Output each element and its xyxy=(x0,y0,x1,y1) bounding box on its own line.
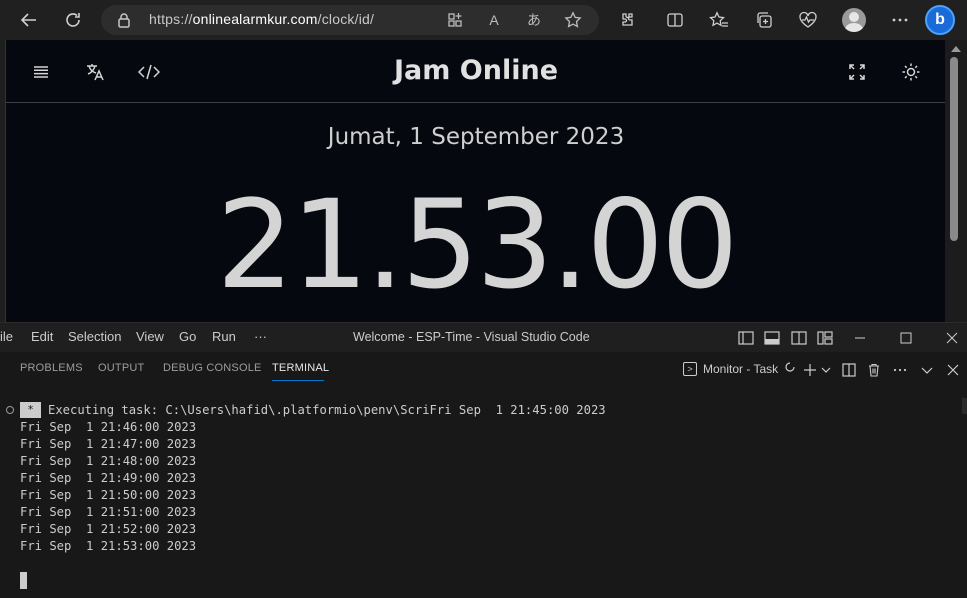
split-terminal-icon[interactable] xyxy=(841,362,857,378)
collections-icon[interactable] xyxy=(752,8,776,32)
terminal-line: Fri Sep 1 21:53:00 2023 xyxy=(20,539,197,553)
tab-problems[interactable]: PROBLEMS xyxy=(20,362,83,374)
scroll-up-arrow-icon[interactable] xyxy=(951,46,961,52)
terminal-line: Fri Sep 1 21:52:00 2023 xyxy=(20,522,197,536)
new-terminal-icon[interactable] xyxy=(802,362,818,378)
toggle-primary-sidebar-icon[interactable] xyxy=(738,330,754,345)
menu-file[interactable]: File xyxy=(0,329,13,344)
terminal-task-icon: > xyxy=(683,361,697,376)
terminal-cursor xyxy=(20,572,27,589)
maximize-panel-chevron-icon[interactable] xyxy=(919,362,935,378)
app-available-icon[interactable] xyxy=(444,10,466,30)
terminal-line: Fri Sep 1 21:49:00 2023 xyxy=(20,471,197,485)
terminal-task-selector[interactable]: > Monitor - Task xyxy=(683,361,796,376)
extensions-icon[interactable] xyxy=(615,8,639,32)
browser-essentials-icon[interactable] xyxy=(796,8,820,32)
terminal-line: Fri Sep 1 21:46:00 2023 xyxy=(20,420,197,434)
browser-toolbar: https://onlinealarmkur.com/clock/id/ A あ… xyxy=(0,0,967,40)
date-display: Jumat, 1 September 2023 xyxy=(327,124,625,150)
kill-terminal-trash-icon[interactable] xyxy=(866,362,882,378)
terminal-line: Fri Sep 1 21:47:00 2023 xyxy=(20,437,197,451)
back-icon[interactable] xyxy=(15,6,43,34)
terminal-scrollbar[interactable] xyxy=(962,398,967,414)
split-screen-icon[interactable] xyxy=(663,8,687,32)
lock-icon[interactable] xyxy=(117,12,131,32)
menu-view[interactable]: View xyxy=(136,329,164,344)
close-window-icon[interactable] xyxy=(942,328,962,348)
menu-more[interactable]: ··· xyxy=(254,329,267,344)
vscode-title-bar: File Edit Selection View Go Run ··· Welc… xyxy=(0,322,967,352)
terminal-line: Fri Sep 1 21:50:00 2023 xyxy=(20,488,197,502)
toggle-panel-icon[interactable] xyxy=(764,330,780,345)
tab-debug-console[interactable]: DEBUG CONSOLE xyxy=(163,362,262,374)
favorites-icon[interactable] xyxy=(707,8,731,32)
profile-avatar[interactable] xyxy=(842,8,866,32)
menu-run[interactable]: Run xyxy=(212,329,236,344)
tab-terminal[interactable]: TERMINAL xyxy=(272,362,329,374)
toggle-secondary-sidebar-icon[interactable] xyxy=(791,330,807,345)
maximize-icon[interactable] xyxy=(896,328,916,348)
minimize-icon[interactable] xyxy=(850,328,870,348)
scroll-thumb[interactable] xyxy=(950,57,958,241)
fullscreen-icon[interactable] xyxy=(845,60,869,84)
web-page: Jam Online Jumat, 1 September 2023 21.53… xyxy=(5,40,946,322)
favorite-star-icon[interactable] xyxy=(562,10,584,30)
command-decoration-icon[interactable] xyxy=(6,406,14,414)
terminal-line: Fri Sep 1 21:51:00 2023 xyxy=(20,505,197,519)
close-panel-icon[interactable] xyxy=(945,362,961,378)
terminal-dropdown-chevron-icon[interactable] xyxy=(818,362,834,378)
terminal-line: Executing task: C:\Users\hafid\.platform… xyxy=(48,403,606,417)
active-tab-indicator xyxy=(272,380,324,381)
read-aloud-icon[interactable]: A xyxy=(483,10,505,30)
terminal-task-label: Monitor - Task xyxy=(703,361,779,376)
address-bar[interactable]: https://onlinealarmkur.com/clock/id/ A あ xyxy=(101,5,599,35)
page-header: Jam Online xyxy=(6,40,946,103)
translate-icon[interactable]: あ xyxy=(523,10,545,30)
customize-layout-icon[interactable] xyxy=(817,330,833,345)
refresh-icon[interactable] xyxy=(59,6,87,34)
menu-selection[interactable]: Selection xyxy=(68,329,121,344)
menu-edit[interactable]: Edit xyxy=(31,329,53,344)
tab-output[interactable]: OUTPUT xyxy=(98,362,144,374)
terminal-line: Fri Sep 1 21:48:00 2023 xyxy=(20,454,197,468)
panel-tab-bar: PROBLEMS OUTPUT DEBUG CONSOLE TERMINAL >… xyxy=(0,352,967,388)
url-text[interactable]: https://onlinealarmkur.com/clock/id/ xyxy=(149,11,374,27)
page-scrollbar[interactable] xyxy=(945,40,967,322)
bing-copilot-icon[interactable]: b xyxy=(925,5,955,35)
window-title: Welcome - ESP-Time - Visual Studio Code xyxy=(353,330,590,344)
loading-spinner-icon xyxy=(784,361,796,376)
more-options-icon[interactable] xyxy=(888,8,912,32)
menu-go[interactable]: Go xyxy=(179,329,196,344)
theme-sun-icon[interactable] xyxy=(899,60,923,84)
panel-more-actions-icon[interactable] xyxy=(892,362,908,378)
page-title: Jam Online xyxy=(393,55,559,86)
clock-display: 21.53.00 xyxy=(216,174,738,316)
task-badge: * xyxy=(20,402,41,418)
terminal-output[interactable]: * Executing task: C:\Users\hafid\.platfo… xyxy=(0,388,967,598)
